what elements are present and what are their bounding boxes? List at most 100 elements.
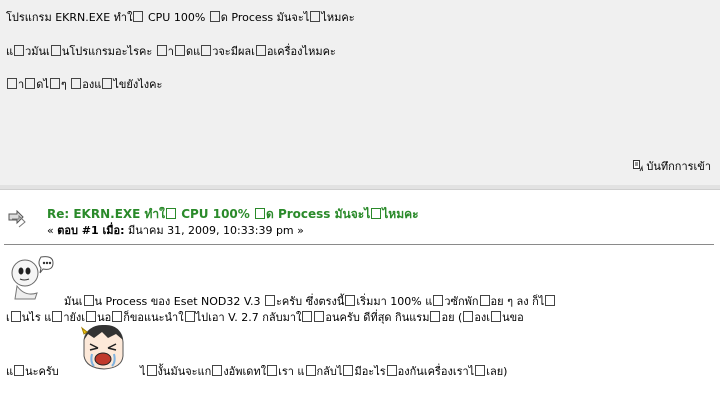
missing-glyph-icon xyxy=(166,208,177,219)
meta-prefix: « xyxy=(47,224,58,237)
missing-glyph-icon xyxy=(25,78,36,89)
question-text: ด Process มันจะไ xyxy=(220,11,310,24)
thinking-smiley-icon xyxy=(7,253,57,301)
reply-text: นไร แ xyxy=(21,311,52,324)
missing-glyph-icon xyxy=(430,311,441,322)
missing-glyph-icon xyxy=(264,295,275,306)
reply-body-line-3a: แ นะครับ xyxy=(6,362,59,380)
question-text: อเครื่องไหมคะ xyxy=(266,45,336,58)
reply-text: นขอ xyxy=(502,311,524,324)
missing-glyph-icon xyxy=(50,45,61,56)
reply-text: งอัพเดทใ xyxy=(223,365,267,378)
missing-glyph-icon xyxy=(463,311,474,322)
xfer-icon xyxy=(8,210,26,228)
missing-glyph-icon xyxy=(71,78,82,89)
reply-text: น Process ของ Eset NOD32 V.3 xyxy=(94,295,264,308)
missing-glyph-icon xyxy=(133,11,144,22)
reply-text: องเ xyxy=(474,311,491,324)
question-text: แ xyxy=(6,45,14,58)
reply-text: องกันเครื่องเราไ xyxy=(397,365,475,378)
missing-glyph-icon xyxy=(146,365,157,376)
reply-text: อนครับ ดีที่สุด กินแรม xyxy=(325,311,430,324)
missing-glyph-icon xyxy=(112,311,123,322)
missing-glyph-icon xyxy=(475,365,486,376)
missing-glyph-icon xyxy=(386,365,397,376)
question-text: วมันเ xyxy=(25,45,50,58)
missing-glyph-icon xyxy=(254,208,265,219)
question-text: ไหมคะ xyxy=(321,11,355,24)
missing-glyph-icon xyxy=(491,311,502,322)
reply-divider xyxy=(4,244,714,245)
reply-text: เลย) xyxy=(486,365,508,378)
missing-glyph-icon xyxy=(545,295,556,306)
reply-text: นะครับ xyxy=(25,365,59,378)
question-text: CPU 100% xyxy=(144,11,209,24)
reply-title-text[interactable]: ด Process มันจะไ xyxy=(266,207,370,221)
crying-smiley-icon xyxy=(78,322,128,372)
question-text: ดแ xyxy=(185,45,201,58)
question-line-2: แ วมันเ นโปรแกรมอะไรคะ า ดแ วจะมีผลเ อเครื่อง… xyxy=(6,42,336,60)
missing-glyph-icon xyxy=(371,208,382,219)
meta-label: ตอบ #1 เมื่อ: xyxy=(57,224,125,237)
question-text: ๆ xyxy=(60,78,71,91)
reply-text: อย ( xyxy=(441,311,463,324)
reply-text: เ xyxy=(6,311,10,324)
reply-text: กลับไ xyxy=(316,365,343,378)
missing-glyph-icon xyxy=(314,311,325,322)
question-text: ดไ xyxy=(36,78,49,91)
question-text: นโปรแกรมอะไรคะ xyxy=(61,45,156,58)
question-text: โปรแกรม EKRN.EXE ทำใ xyxy=(6,11,133,24)
question-text: องแ xyxy=(82,78,102,91)
reply-title-text[interactable]: ไหมคะ xyxy=(382,207,418,221)
missing-glyph-icon xyxy=(305,365,316,376)
reply-text: เริ่มมา 100% แ xyxy=(356,295,433,308)
reply-text: งั้นมันจะแก xyxy=(157,365,212,378)
missing-glyph-icon xyxy=(156,45,167,56)
reply-meta: « ตอบ #1 เมื่อ: มีนาคม 31, 2009, 10:33:3… xyxy=(47,221,304,239)
missing-glyph-icon xyxy=(83,295,94,306)
missing-glyph-icon xyxy=(49,78,60,89)
reply-text: ไปเอา V. 2.7 กลับมาใ xyxy=(195,311,302,324)
missing-glyph-icon xyxy=(209,11,220,22)
reply-text: ะครับ ซึ่งตรงนี้ xyxy=(275,295,345,308)
save-note-link[interactable]: บันทึกการเข้า xyxy=(633,157,711,175)
question-text: า xyxy=(18,78,25,91)
reply-text: มีอะไร xyxy=(354,365,386,378)
reply-body-line-3b: ไ งั้นมันจะแก งอัพเดทใ เรา แ กลับไ มีอะไร องกั… xyxy=(140,362,507,380)
reply-title-text[interactable]: CPU 100% xyxy=(177,207,254,221)
missing-glyph-icon xyxy=(302,311,313,322)
reply-text: เรา แ xyxy=(278,365,305,378)
missing-glyph-icon xyxy=(184,311,195,322)
reply-text: มันเ xyxy=(64,295,83,308)
question-line-3: า ดไ ๆ องแ ไขยังไงคะ xyxy=(6,75,162,93)
missing-glyph-icon xyxy=(267,365,278,376)
reply-text: แ xyxy=(6,365,14,378)
reply-text: วซักพัก xyxy=(444,295,479,308)
note-icon xyxy=(633,160,644,172)
missing-glyph-icon xyxy=(14,45,25,56)
reply-title-text[interactable]: Re: EKRN.EXE ทำใ xyxy=(47,207,165,221)
question-text: วจะมีผลเ xyxy=(212,45,255,58)
missing-glyph-icon xyxy=(10,311,21,322)
question-text: า xyxy=(167,45,174,58)
reply-text: ก็ขอแนะนำใ xyxy=(123,311,184,324)
missing-glyph-icon xyxy=(310,11,321,22)
missing-glyph-icon xyxy=(102,78,113,89)
missing-glyph-icon xyxy=(433,295,444,306)
missing-glyph-icon xyxy=(345,295,356,306)
missing-glyph-icon xyxy=(343,365,354,376)
missing-glyph-icon xyxy=(14,365,25,376)
meta-date: มีนาคม 31, 2009, 10:33:39 pm » xyxy=(124,224,304,237)
save-note-label[interactable]: บันทึกการเข้า xyxy=(646,160,711,173)
missing-glyph-icon xyxy=(52,311,63,322)
question-line-1: โปรแกรม EKRN.EXE ทำใ CPU 100% ด Process … xyxy=(6,8,355,26)
missing-glyph-icon xyxy=(201,45,212,56)
reply-text: ไ xyxy=(140,365,146,378)
reply-text: อย ๆ ลง ก็ไ xyxy=(490,295,545,308)
missing-glyph-icon xyxy=(212,365,223,376)
missing-glyph-icon xyxy=(255,45,266,56)
missing-glyph-icon xyxy=(86,311,97,322)
missing-glyph-icon xyxy=(479,295,490,306)
missing-glyph-icon xyxy=(7,78,17,89)
missing-glyph-icon xyxy=(174,45,185,56)
